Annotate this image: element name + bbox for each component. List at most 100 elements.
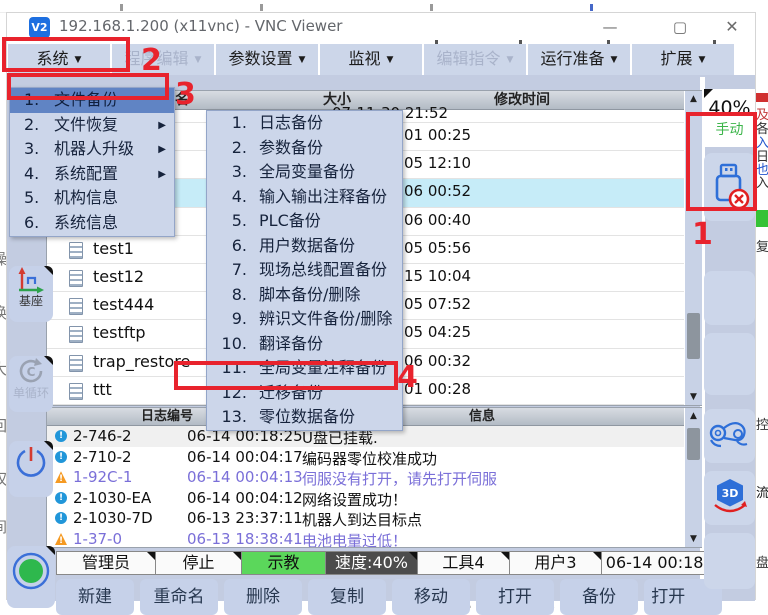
menu-tab[interactable]: 编辑指令▼ — [424, 44, 526, 75]
backup-submenu-item[interactable]: 12. 迁移备份 — [207, 381, 402, 406]
menu-item-number: 10. — [215, 332, 247, 356]
action-button[interactable]: 备份 — [560, 579, 638, 615]
menu-tab[interactable]: 监视▼ — [320, 44, 422, 75]
status-segment[interactable]: 用户3 — [510, 551, 602, 575]
menu-item-label: PLC备份 — [259, 209, 321, 233]
menu-item-label: 零位数据备份 — [259, 405, 355, 429]
file-modified-time: 06 00:32 — [404, 352, 471, 370]
menu-tab[interactable]: 运行准备▼ — [528, 44, 630, 75]
log-code: 1-37-0 — [73, 530, 122, 547]
file-table-scrollbar[interactable]: ▲ ▼ — [685, 91, 702, 405]
menu-item-label: 系统信息 — [54, 211, 118, 235]
handheld-controller-button[interactable] — [704, 409, 755, 463]
menu-item-number: 3. — [24, 137, 39, 161]
scroll-up-icon[interactable]: ▲ — [685, 91, 702, 107]
record-run-button[interactable] — [7, 546, 55, 608]
backup-submenu-item[interactable]: 5. PLC备份 — [207, 209, 402, 234]
log-message: 编码器零位校准成功 — [302, 448, 437, 469]
action-button[interactable]: 重命名 — [140, 579, 218, 615]
log-row[interactable]: ! 2-1030-7D 06-13 23:37:11 机器人到达目标点 — [47, 508, 684, 529]
status-segment[interactable]: 速度:40% — [326, 551, 418, 575]
system-menu-item[interactable]: 5. 机构信息 — [10, 186, 174, 211]
backup-submenu-item[interactable]: 7. 现场总线配置备份 — [207, 258, 402, 283]
log-time: 06-13 23:37:11 — [187, 509, 303, 527]
backup-submenu-item[interactable]: 2. 参数备份 — [207, 136, 402, 161]
log-level-icon: ! — [55, 533, 67, 545]
system-menu-item[interactable]: 3. 机器人升级 ▶ — [10, 137, 174, 162]
scroll-down-icon[interactable]: ▼ — [685, 389, 702, 405]
speed-mode-indicator[interactable]: 40% 手动 — [704, 89, 755, 147]
menu-tab[interactable]: 参数设置▼ — [216, 44, 318, 75]
status-segment[interactable]: 示教 — [242, 551, 326, 575]
action-button-label: 新建 — [78, 587, 112, 607]
scrollbar-thumb[interactable] — [687, 428, 700, 460]
backup-submenu-item[interactable]: 13. 零位数据备份 — [207, 405, 402, 430]
menu-item-label: 全局变量备份 — [259, 160, 355, 184]
menu-item-number: 9. — [215, 307, 247, 331]
speed-value: 40% — [704, 97, 755, 119]
backup-submenu-item[interactable]: 10. 翻译备份 — [207, 332, 402, 357]
log-scrollbar[interactable]: ▲ ▼ — [685, 408, 702, 547]
close-button[interactable]: ✕ — [709, 13, 755, 41]
action-button[interactable]: 移动 — [392, 579, 470, 615]
log-level-icon: ! — [55, 492, 67, 504]
backup-submenu-item[interactable]: 11. 全局变量注释备份 — [207, 356, 402, 381]
right-panel-button-empty[interactable] — [704, 533, 755, 589]
single-cycle-label: 单循环 — [9, 384, 53, 401]
menu-item-label: 参数备份 — [259, 136, 323, 160]
status-segment[interactable]: 工具4 — [418, 551, 510, 575]
status-segment[interactable]: 管理员 — [56, 551, 156, 575]
maximize-button[interactable]: ▢ — [657, 13, 703, 41]
system-menu-item[interactable]: 2. 文件恢复 ▶ — [10, 113, 174, 138]
backup-submenu-item[interactable]: 6. 用户数据备份 — [207, 234, 402, 259]
base-axes-icon — [15, 266, 47, 294]
menu-tab[interactable]: 程序编辑▼ — [112, 44, 214, 75]
log-row[interactable]: ! 2-710-2 06-14 00:04:17 编码器零位校准成功 — [47, 447, 684, 468]
log-row[interactable]: ! 1-37-0 06-13 18:38:41 电池电量过低！ — [47, 529, 684, 547]
action-button[interactable]: 新建 — [56, 579, 134, 615]
backup-submenu: 1. 日志备份 2. 参数备份 3. 全局变量备份 4. 输入输出注释备份 5.… — [206, 110, 403, 431]
backup-submenu-item[interactable]: 1. 日志备份 — [207, 111, 402, 136]
log-time: 06-14 00:04:17 — [187, 448, 303, 466]
menu-tab-label: 系统 — [37, 49, 69, 68]
3d-view-button[interactable]: 3D — [704, 471, 755, 525]
scrollbar-thumb[interactable] — [687, 313, 700, 359]
base-coordinate-button[interactable]: 基座 — [9, 266, 53, 322]
menu-tab[interactable]: 系统▼ — [8, 44, 110, 75]
log-message: 伺服没有打开，请先打开伺服 — [302, 468, 497, 489]
right-panel-button-empty[interactable] — [704, 271, 755, 325]
status-bar: 管理员 停止 示教 速度:40% 工具4 用户3 06-14 00:18:50 — [56, 551, 734, 575]
menu-tab-label: 扩展 — [661, 49, 693, 68]
log-row[interactable]: ! 1-92C-1 06-14 00:04:13 伺服没有打开，请先打开伺服 — [47, 467, 684, 488]
bg-green-bar — [756, 210, 768, 227]
usb-unmount-button[interactable] — [704, 153, 755, 221]
col-header-time[interactable]: 修改时间 — [442, 91, 602, 109]
system-menu-item[interactable]: 6. 系统信息 — [10, 211, 174, 236]
right-panel-button-empty[interactable] — [704, 333, 755, 395]
status-segment[interactable]: 停止 — [156, 551, 242, 575]
minimize-button[interactable]: — — [587, 13, 633, 41]
scroll-down-icon[interactable]: ▼ — [685, 531, 702, 547]
mode-label: 手动 — [704, 119, 755, 139]
system-menu-item[interactable]: 1. 文件备份 — [10, 88, 174, 113]
backup-submenu-item[interactable]: 3. 全局变量备份 — [207, 160, 402, 185]
log-row[interactable]: ! 2-1030-EA 06-14 00:04:12 网络设置成功！ — [47, 488, 684, 509]
single-cycle-button[interactable]: C 单循环 — [9, 356, 53, 412]
single-cycle-icon: C — [15, 356, 47, 386]
action-button[interactable]: 复制 — [308, 579, 386, 615]
status-segment-label: 示教 — [267, 553, 299, 572]
title-bar[interactable]: V2 192.168.1.200 (x11vnc) - VNC Viewer —… — [7, 13, 755, 43]
menu-item-number: 4. — [24, 162, 39, 186]
menu-item-label: 日志备份 — [259, 111, 323, 135]
power-button[interactable] — [9, 441, 53, 497]
scroll-up-icon[interactable]: ▲ — [685, 408, 702, 424]
backup-submenu-item[interactable]: 8. 脚本备份/删除 — [207, 283, 402, 308]
system-menu-item[interactable]: 4. 系统配置 ▶ — [10, 162, 174, 187]
backup-submenu-item[interactable]: 9. 辨识文件备份/删除 — [207, 307, 402, 332]
action-button[interactable]: 打开 — [476, 579, 554, 615]
record-circle-icon — [9, 546, 53, 596]
backup-submenu-item[interactable]: 4. 输入输出注释备份 — [207, 185, 402, 210]
menu-item-label: 文件恢复 — [54, 113, 118, 137]
menu-tab[interactable]: 扩展▼ — [632, 44, 734, 75]
action-button[interactable]: 删除 — [224, 579, 302, 615]
